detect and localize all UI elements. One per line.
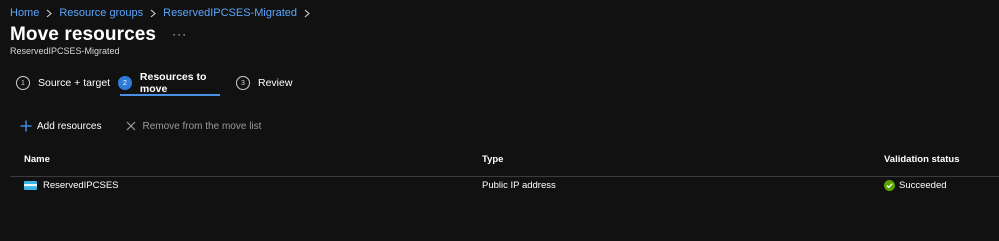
- step-number: 3: [236, 76, 250, 90]
- resource-name: ReservedIPCSES: [43, 180, 119, 191]
- validation-status-cell: Succeeded: [884, 180, 947, 191]
- grid-divider: [10, 176, 999, 177]
- resource-type: Public IP address: [482, 180, 556, 191]
- breadcrumb-resource-group[interactable]: ReservedIPCSES-Migrated: [163, 7, 297, 19]
- title-row: Move resources ···: [10, 24, 187, 46]
- toolbar: Add resources Remove from the move list: [20, 120, 261, 132]
- step-number: 2: [118, 76, 132, 90]
- remove-from-move-list-button[interactable]: Remove from the move list: [125, 120, 261, 132]
- breadcrumb-resource-groups[interactable]: Resource groups: [59, 7, 143, 19]
- success-check-icon: [884, 180, 895, 191]
- step-review[interactable]: 3 Review: [236, 74, 296, 92]
- step-label: Resources to move: [139, 71, 207, 95]
- breadcrumb: Home Resource groups ReservedIPCSES-Migr…: [10, 7, 317, 19]
- page-title: Move resources: [10, 24, 157, 45]
- public-ip-icon: [24, 181, 37, 190]
- chevron-right-icon: [148, 7, 158, 19]
- grid-header: Name Type Validation status: [0, 154, 999, 176]
- table-row[interactable]: ReservedIPCSES Public IP address Succeed…: [0, 180, 999, 196]
- column-header-type[interactable]: Type: [482, 154, 503, 165]
- step-label: Review: [258, 77, 293, 89]
- plus-icon: [20, 120, 32, 132]
- chevron-right-icon: [302, 7, 312, 19]
- step-source-target[interactable]: 1 Source + target: [16, 74, 118, 92]
- column-header-validation-status[interactable]: Validation status: [884, 154, 960, 165]
- page-subtitle: ReservedIPCSES-Migrated: [10, 46, 120, 56]
- step-number: 1: [16, 76, 30, 90]
- close-icon: [125, 120, 137, 132]
- resource-name-cell: ReservedIPCSES: [24, 180, 119, 191]
- step-label: Source + target: [38, 77, 111, 89]
- validation-status-text: Succeeded: [899, 180, 947, 191]
- chevron-right-icon: [44, 7, 54, 19]
- more-options-button[interactable]: ···: [172, 27, 187, 41]
- move-resources-page: Home Resource groups ReservedIPCSES-Migr…: [0, 0, 999, 241]
- add-resources-button[interactable]: Add resources: [20, 120, 101, 132]
- add-resources-label: Add resources: [37, 120, 102, 132]
- column-header-name[interactable]: Name: [24, 154, 50, 165]
- wizard-stepper: 1 Source + target 2 Resources to move 3 …: [16, 71, 296, 96]
- remove-from-move-list-label: Remove from the move list: [142, 120, 262, 132]
- step-resources-to-move[interactable]: 2 Resources to move: [118, 71, 236, 96]
- breadcrumb-home[interactable]: Home: [10, 7, 39, 19]
- active-step-indicator: [120, 94, 220, 96]
